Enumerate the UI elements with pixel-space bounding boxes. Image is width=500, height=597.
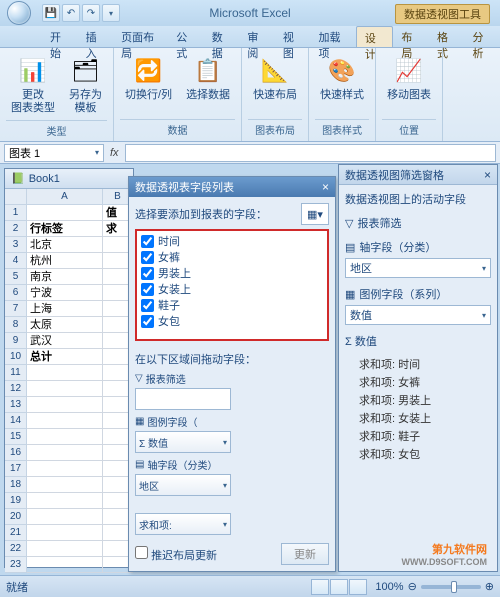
filter-pane-sub: 数据透视图上的活动字段 <box>345 191 491 207</box>
layout-options-button[interactable]: ▦▾ <box>301 203 329 225</box>
field-item[interactable]: 女装上 <box>139 281 325 297</box>
tab-analyze[interactable]: 分析 <box>465 26 500 47</box>
tab-design[interactable]: 设计 <box>356 26 394 47</box>
tab-addin[interactable]: 加载项 <box>310 26 355 47</box>
fx-icon[interactable]: fx <box>110 147 119 159</box>
field-item[interactable]: 女包 <box>139 313 325 329</box>
field-item[interactable]: 鞋子 <box>139 297 325 313</box>
field-item[interactable]: 时间 <box>139 233 325 249</box>
field-pane-title: 数据透视表字段列表 <box>135 179 234 195</box>
switch-rowcol-button[interactable]: 🔁切换行/列 <box>120 52 177 105</box>
drag-instr: 在以下区域间拖动字段： <box>135 351 329 367</box>
move-chart-button[interactable]: 📈移动图表 <box>382 52 436 105</box>
axis-field-select[interactable]: 地区▾ <box>345 258 491 278</box>
tab-format[interactable]: 格式 <box>429 26 465 47</box>
zone-legend-label: ▦ 图例字段（ <box>135 414 231 429</box>
tab-home[interactable]: 开始 <box>42 26 78 47</box>
field-item[interactable]: 男装上 <box>139 265 325 281</box>
group-data: 数据 <box>120 119 235 137</box>
value-item: 求和项: 女包 <box>345 445 491 463</box>
qat-redo[interactable]: ↷ <box>82 4 100 22</box>
value-item: 求和项: 鞋子 <box>345 427 491 445</box>
status-text: 就绪 <box>6 579 28 595</box>
change-chart-type-button[interactable]: 📊更改 图表类型 <box>6 52 60 118</box>
workbook-window: Book1 AB 1值 2行标签求 3北京 4杭州 5南京 6宁波 7上海 8太… <box>4 168 134 568</box>
value-item: 求和项: 时间 <box>345 355 491 373</box>
close-icon[interactable]: × <box>484 168 491 182</box>
close-icon[interactable]: × <box>322 180 329 194</box>
tab-view[interactable]: 视图 <box>275 26 311 47</box>
qat-dropdown[interactable]: ▾ <box>102 4 120 22</box>
save-as-template-button[interactable]: 🗂另存为 模板 <box>64 52 107 118</box>
name-box[interactable]: 图表 1▾ <box>4 144 104 162</box>
zoom-out-button[interactable]: ⊖ <box>408 580 417 593</box>
tab-insert[interactable]: 插入 <box>78 26 114 47</box>
zone-axis-box[interactable]: 地区▾ <box>135 474 231 496</box>
formula-input[interactable] <box>125 144 496 162</box>
quick-layout-button[interactable]: 📐快速布局 <box>248 52 302 105</box>
tab-formula[interactable]: 公式 <box>168 26 204 47</box>
view-normal-button[interactable] <box>311 579 329 595</box>
view-layout-button[interactable] <box>330 579 348 595</box>
filter-s1-label: ▽ 报表筛选 <box>345 215 491 231</box>
pivot-field-list-pane: 数据透视表字段列表 × 选择要添加到报表的字段： ▦▾ 时间 女裤 男装上 女装上 … <box>128 176 336 572</box>
filter-s2-label: ▤ 轴字段（分类） <box>345 239 491 255</box>
tab-review[interactable]: 审阅 <box>239 26 275 47</box>
sigma-values-label: Σ 数值 <box>345 333 491 349</box>
filter-s3-label: ▦ 图例字段（系列） <box>345 286 491 302</box>
filter-pane-title: 数据透视图筛选窗格 <box>345 167 444 183</box>
zoom-slider[interactable] <box>421 585 481 589</box>
value-item: 求和项: 女装上 <box>345 409 491 427</box>
zoom-in-button[interactable]: ⊕ <box>485 580 494 593</box>
tab-pagelayout[interactable]: 页面布局 <box>113 26 168 47</box>
field-item[interactable]: 女裤 <box>139 249 325 265</box>
group-chart-style: 图表样式 <box>315 119 369 137</box>
value-item: 求和项: 女裤 <box>345 373 491 391</box>
zone-values-label <box>135 500 231 511</box>
legend-field-select[interactable]: 数值▾ <box>345 305 491 325</box>
zone-filter-box[interactable] <box>135 388 231 410</box>
group-type: 类型 <box>6 120 107 138</box>
workbook-title: Book1 <box>5 169 133 189</box>
view-break-button[interactable] <box>349 579 367 595</box>
qat-undo[interactable]: ↶ <box>62 4 80 22</box>
value-item: 求和项: 男装上 <box>345 391 491 409</box>
group-location: 位置 <box>382 119 436 137</box>
update-button[interactable]: 更新 <box>281 543 329 565</box>
zone-legend-box[interactable]: Σ 数值▾ <box>135 431 231 453</box>
zoom-level[interactable]: 100% <box>375 581 403 593</box>
field-instr: 选择要添加到报表的字段： <box>135 206 267 222</box>
zone-filter-label: ▽ 报表筛选 <box>135 371 231 386</box>
qat-save[interactable]: 💾 <box>42 4 60 22</box>
watermark: 第九软件网 WWW.D9SOFT.COM <box>402 541 488 567</box>
context-title: 数据透视图工具 <box>395 4 490 24</box>
office-button[interactable] <box>0 0 38 26</box>
tab-data[interactable]: 数据 <box>204 26 240 47</box>
select-data-button[interactable]: 📋选择数据 <box>181 52 235 105</box>
group-chart-layout: 图表布局 <box>248 119 302 137</box>
zone-values-box[interactable]: 求和项:▾ <box>135 513 231 535</box>
defer-checkbox[interactable]: 推迟布局更新 <box>135 546 217 563</box>
pivot-chart-filter-pane: 数据透视图筛选窗格× 数据透视图上的活动字段 ▽ 报表筛选 ▤ 轴字段（分类） … <box>338 164 498 572</box>
ribbon: 📊更改 图表类型 🗂另存为 模板 类型 🔁切换行/列 📋选择数据 数据 📐快速布… <box>0 48 500 142</box>
zone-axis-label: ▤ 轴字段（分类） <box>135 457 231 472</box>
field-list: 时间 女裤 男装上 女装上 鞋子 女包 <box>135 229 329 341</box>
tab-layout2[interactable]: 布局 <box>393 26 429 47</box>
quick-style-button[interactable]: 🎨快速样式 <box>315 52 369 105</box>
app-title: Microsoft Excel <box>209 6 290 20</box>
